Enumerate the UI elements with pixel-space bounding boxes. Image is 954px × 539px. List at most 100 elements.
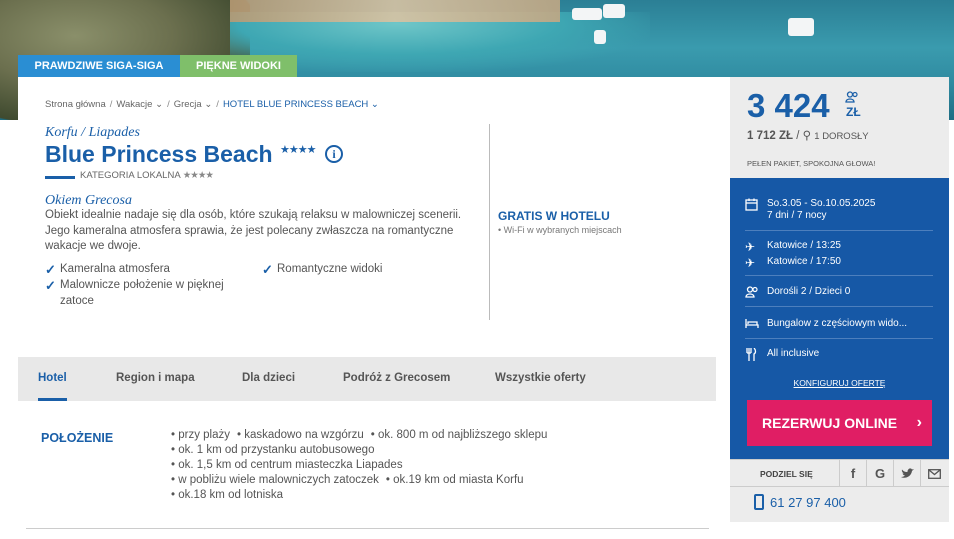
location-item: • w pobliżu wiele malowniczych zatoczek [171,474,379,486]
category-label: KATEGORIA LOKALNA [80,170,181,181]
twitter-icon[interactable] [893,460,920,487]
main-content: Strona główna / Wakacje ⌄ / Grecja ⌄ / H… [18,77,730,539]
mail-icon[interactable] [920,460,947,487]
phone-number: 61 27 97 400 [770,495,846,510]
location-item: • ok. 800 m od najbliższego sklepu [370,429,548,441]
tab-kids[interactable]: Dla dzieci [242,357,295,401]
plane-return-icon: ✈ [745,256,756,270]
feature-label: Malownicze położenie w pięknej zatoce [60,279,224,307]
dates-label: So.3.05 - So.10.05.2025 [767,198,876,209]
chevron-down-icon: ⌄ [368,99,379,110]
breadcrumb-separator: / [216,99,219,110]
hero-boat [788,18,814,36]
total-price: 3 424 [747,87,830,124]
breadcrumb-separator: / [109,99,113,110]
category-line [45,176,75,179]
phone-icon [754,494,764,510]
hero-boat [603,4,625,18]
people-label: Dorośli 2 / Dzieci 0 [767,286,851,297]
bed-icon [745,318,761,332]
trip-separator [745,275,933,276]
facebook-icon[interactable]: f [839,460,866,487]
reserve-label: REZERWUJ ONLINE [762,415,898,431]
price-per-person: 1 712 ZŁ / ⚲ 1 DOROSŁY [747,128,869,142]
hero-beach [230,0,560,22]
check-icon: ✓ [45,262,56,277]
check-icon: ✓ [45,278,56,293]
tab-travel[interactable]: Podróż z Grecosem [343,357,450,401]
gratis-title: GRATIS W HOTELU [498,209,610,223]
breadcrumb-separator: / [167,99,170,110]
price-currency: ZŁ [846,105,861,119]
category-stars: ★★★★ [182,170,214,181]
trip-dates-text: So.3.05 - So.10.05.2025 7 dni / 7 nocy [767,198,875,222]
location-item: • przy plaży [171,429,230,441]
okiem-title: Okiem Grecosa [45,193,132,208]
feature-item: ✓ Romantyczne widoki [262,262,382,278]
trip-separator [745,338,933,339]
tab-hotel[interactable]: Hotel [38,357,67,401]
tab-region-map[interactable]: Region i mapa [116,357,195,401]
location-row: • ok. 1,5 km od centrum miasteczka Liapa… [171,458,554,473]
hotel-name: Blue Princess Beach [45,141,273,167]
chevron-right-icon: › [916,414,922,431]
tab-all-offers[interactable]: Wszystkie oferty [495,357,586,401]
configure-offer-link[interactable]: KONFIGURUJ OFERTĘ [730,378,949,388]
hero-boat [572,8,602,20]
hotel-badges: PRAWDZIWE SIGA-SIGA PIĘKNE WIDOKI [18,55,297,77]
person-icon: ⚲ [802,130,812,142]
feature-item: ✓ Malownicze położenie w pięknej zatoce [45,278,240,309]
location-item: • ok.18 km od lotniska [171,489,284,501]
trip-details: So.3.05 - So.10.05.2025 7 dni / 7 nocy ✈ … [730,178,949,459]
hotel-stars: ★★★★ [280,144,316,156]
breadcrumb-label: Wakacje [116,99,153,110]
nights-label: 7 dni / 7 nocy [767,210,827,221]
location-row: • ok.18 km od lotniska [171,488,554,503]
badge-siga: PRAWDZIWE SIGA-SIGA [18,55,180,77]
calendar-icon [745,198,761,214]
location-item: • ok. 1 km od przystanku autobusowego [171,444,375,456]
trip-separator [745,306,933,307]
phone-contact[interactable]: 61 27 97 400 [754,494,846,510]
location-row: • w pobliżu wiele malowniczych zatoczek •… [171,473,554,488]
local-category: KATEGORIA LOKALNA ★★★★ [80,170,214,181]
chevron-down-icon: ⌄ [201,99,213,110]
location-item: • kaskadowo na wzgórzu [237,429,364,441]
check-icon: ✓ [262,262,273,277]
share-label: PODZIEL SIĘ [760,469,813,479]
gratis-item: • Wi-Fi w wybranych miejscach [498,225,622,235]
board-label: All inclusive [767,348,820,359]
section-divider [26,528,709,529]
vertical-divider [489,124,490,320]
breadcrumb-label: HOTEL BLUE PRINCESS BEACH [222,99,369,110]
breadcrumb-wakacje[interactable]: Wakacje ⌄ [116,99,163,110]
location-item: • ok.19 km od miasta Korfu [385,474,524,486]
booking-sidebar: 3 424 ZŁ 1 712 ZŁ / ⚲ 1 DOROSŁY PEŁEN PA… [730,77,949,522]
breadcrumb-hotel[interactable]: HOTEL BLUE PRINCESS BEACH ⌄ [223,99,379,110]
cutlery-icon [745,347,761,364]
return-label: Katowice / 17:50 [767,256,841,267]
per-person-label: 1 DOROSŁY [814,131,869,142]
okiem-text: Obiekt idealnie nadaje się dla osób, któ… [45,209,462,252]
breadcrumb-label: Grecja [173,99,202,110]
location-row: • przy plaży • kaskadowo na wzgórzu • ok. … [171,428,554,443]
share-bar: PODZIEL SIĘ f G [730,459,949,487]
google-icon[interactable]: G [866,460,893,487]
hotel-region[interactable]: Korfu / Liapades [45,125,140,141]
people-icon [745,286,761,301]
feature-label: Kameralna atmosfera [60,263,170,275]
feature-item: ✓ Kameralna atmosfera [45,262,170,278]
trip-separator [745,230,933,231]
chevron-down-icon: ⌄ [152,99,164,110]
location-row: • ok. 1 km od przystanku autobusowego [171,443,554,458]
package-tagline: PEŁEN PAKIET, SPOKOJNA GŁOWA! [747,159,876,168]
badge-views: PIĘKNE WIDOKI [180,55,297,77]
breadcrumb-grecja[interactable]: Grecja ⌄ [174,99,213,110]
reserve-online-button[interactable]: REZERWUJ ONLINE › [747,400,932,446]
location-list: • przy plaży • kaskadowo na wzgórzu • ok. … [171,428,554,503]
plane-departure-icon: ✈ [745,240,756,254]
hero-boat [594,30,606,44]
info-icon[interactable]: i [325,145,343,163]
location-title: POŁOŻENIE [41,431,114,445]
breadcrumb-home[interactable]: Strona główna [45,99,106,110]
